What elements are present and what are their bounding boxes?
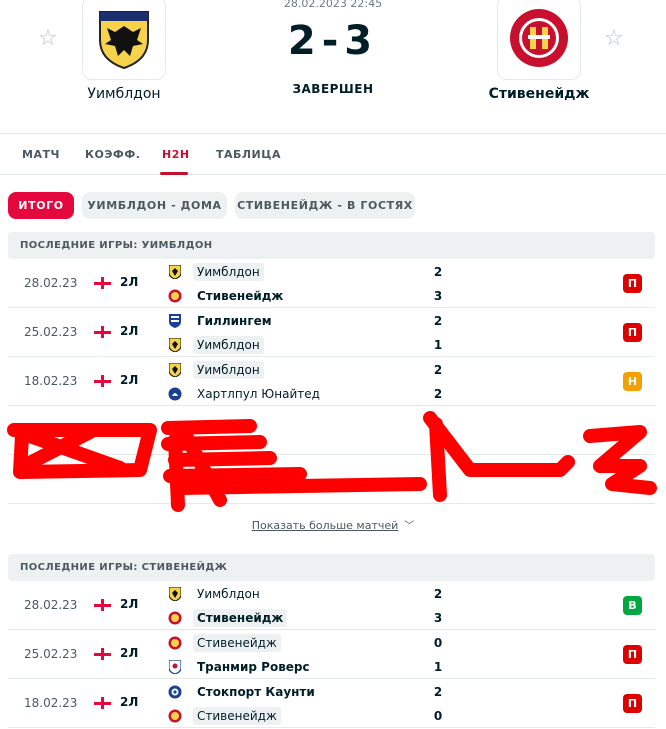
score-team1: 2 — [433, 363, 443, 377]
result-badge: В — [623, 596, 642, 615]
score-team1: 2 — [433, 685, 443, 699]
score-team2: 1 — [433, 660, 443, 674]
stevenage-logo-icon — [168, 289, 182, 303]
stockport-logo-icon — [168, 685, 182, 699]
wimbledon-logo-icon — [168, 363, 182, 377]
tab-match[interactable]: МАТЧ — [22, 148, 60, 161]
match-row[interactable]: 18.02.23 2Л Уимблдон Хартлпул Юнайтед 2 … — [8, 357, 655, 406]
league-name: 2Л — [120, 373, 139, 387]
match-row[interactable]: 28.02.23 2Л Уимблдон Стивенейдж 2 3 П — [8, 259, 655, 308]
filter-away[interactable]: СТИВЕНЕЙДЖ - В ГОСТЯХ — [235, 192, 415, 219]
league-name: 2Л — [120, 597, 139, 611]
stevenage-logo-icon — [168, 709, 182, 723]
score-team1: 2 — [433, 587, 443, 601]
favorite-away-star-icon[interactable]: ☆ — [604, 28, 624, 50]
match-date: 25.02.23 — [24, 325, 78, 339]
match-row[interactable] — [8, 406, 655, 455]
tab-odds[interactable]: КОЭФФ. — [85, 148, 140, 161]
score-team1: 2 — [433, 314, 443, 328]
stevenage-crest-icon — [510, 9, 568, 67]
match-row[interactable]: 18.02.23 2Л Стокпорт Каунти Стивенейдж 2… — [8, 679, 655, 728]
score-team2: 0 — [433, 709, 443, 723]
match-date: 28.02.23 — [24, 598, 78, 612]
team-name: Стивенейдж — [193, 707, 281, 725]
away-team-name[interactable]: Стивенейдж — [475, 86, 603, 102]
wimbledon-logo-icon — [168, 587, 182, 601]
england-flag-icon — [94, 648, 111, 660]
result-badge: Н — [623, 372, 642, 391]
score-team1: 2 — [433, 265, 443, 279]
result-badge: П — [623, 694, 642, 713]
team-name: Гиллингем — [197, 314, 272, 328]
match-row[interactable]: 28.02.23 2Л Уимблдон Стивенейдж 2 3 В — [8, 581, 655, 630]
stevenage-logo-icon — [168, 636, 182, 650]
match-row[interactable] — [8, 455, 655, 504]
show-more-link[interactable]: Показать больше матчей ﹀ — [0, 517, 666, 532]
wimbledon-logo-icon — [168, 338, 182, 352]
score-team2: 3 — [433, 611, 443, 625]
match-date: 18.02.23 — [24, 696, 78, 710]
match-date: 18.02.23 — [24, 374, 78, 388]
active-tab-indicator — [160, 172, 188, 175]
england-flag-icon — [94, 599, 111, 611]
score-team2: 1 — [433, 338, 443, 352]
chevron-down-icon: ﹀ — [404, 521, 415, 532]
match-date: 28.02.23 — [24, 276, 78, 290]
england-flag-icon — [94, 697, 111, 709]
team-name: Уимблдон — [193, 336, 264, 354]
tab-standings[interactable]: ТАБЛИЦА — [216, 148, 281, 161]
team-name: Стокпорт Каунти — [197, 685, 315, 699]
show-more-label[interactable]: Показать больше матчей — [252, 519, 399, 532]
team-name: Уимблдон — [193, 361, 264, 379]
team-name: Стивенейдж — [193, 609, 288, 627]
match-header: 28.02.2023 22:45 ☆ Уимблдон 2-3 ЗАВЕРШЕН… — [0, 0, 666, 132]
league-name: 2Л — [120, 324, 139, 338]
tranmere-logo-icon — [168, 660, 182, 674]
team-name: Стивенейдж — [193, 634, 281, 652]
hartlepool-logo-icon — [168, 387, 182, 401]
filter-home[interactable]: УИМБЛДОН - ДОМА — [82, 192, 227, 219]
away-team-logo[interactable] — [497, 0, 581, 80]
score-team1: 0 — [433, 636, 443, 650]
league-name: 2Л — [120, 695, 139, 709]
team-name: Стивенейдж — [197, 289, 284, 303]
league-name: 2Л — [120, 646, 139, 660]
gillingham-logo-icon — [168, 314, 182, 328]
filter-overall[interactable]: ИТОГО — [8, 192, 74, 219]
england-flag-icon — [94, 326, 111, 338]
result-badge: П — [623, 323, 642, 342]
match-row[interactable]: 25.02.23 2Л Стивенейдж Транмир Роверс 0 … — [8, 630, 655, 679]
team-name: Хартлпул Юнайтед — [197, 387, 320, 401]
wimbledon-logo-icon — [168, 265, 182, 279]
result-badge: П — [623, 274, 642, 293]
score-team2: 2 — [433, 387, 443, 401]
team-name: Уимблдон — [193, 263, 264, 281]
england-flag-icon — [94, 277, 111, 289]
result-badge: П — [623, 645, 642, 664]
tab-h2h[interactable]: H2H — [162, 148, 190, 161]
section-header-home: ПОСЛЕДНИЕ ИГРЫ: УИМБЛДОН — [8, 232, 655, 259]
england-flag-icon — [94, 375, 111, 387]
stevenage-logo-icon — [168, 611, 182, 625]
match-date: 25.02.23 — [24, 647, 78, 661]
league-name: 2Л — [120, 275, 139, 289]
team-name: Транмир Роверс — [197, 660, 310, 674]
score-team2: 3 — [433, 289, 443, 303]
match-row[interactable]: 25.02.23 2Л Гиллингем Уимблдон 2 1 П — [8, 308, 655, 357]
section-header-away: ПОСЛЕДНИЕ ИГРЫ: СТИВЕНЕЙДЖ — [8, 554, 655, 581]
team-name: Уимблдон — [197, 587, 260, 601]
match-tabs: МАТЧ КОЭФФ. H2H ТАБЛИЦА — [0, 133, 666, 175]
